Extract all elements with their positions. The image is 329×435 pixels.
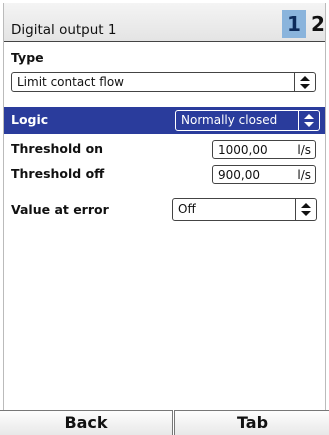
tab-button[interactable]: Tab xyxy=(174,410,329,435)
title-bar: Digital output 1 xyxy=(3,3,326,41)
title-divider xyxy=(3,41,326,42)
value-at-error-label: Value at error xyxy=(11,202,109,217)
softkey-bar: Back Tab xyxy=(0,410,329,435)
tab-1[interactable]: 1 xyxy=(282,10,306,38)
threshold-on-field[interactable]: 1000,00 l/s xyxy=(212,140,316,159)
type-select[interactable]: Limit contact flow xyxy=(11,72,316,92)
threshold-on-unit: l/s xyxy=(297,143,311,157)
logic-select[interactable]: Normally closed xyxy=(175,110,320,131)
type-label: Type xyxy=(11,50,44,65)
threshold-on-value: 1000,00 xyxy=(218,143,268,157)
threshold-on-label: Threshold on xyxy=(11,141,104,156)
logic-value: Normally closed xyxy=(181,113,278,127)
back-button[interactable]: Back xyxy=(0,410,173,435)
up-down-arrows-icon xyxy=(295,199,316,220)
threshold-off-field[interactable]: 900,00 l/s xyxy=(212,165,316,184)
logic-row[interactable]: Logic Normally closed xyxy=(3,107,326,134)
threshold-off-value: 900,00 xyxy=(218,168,260,182)
screen: Digital output 1 1 2 Type Limit contact … xyxy=(0,0,329,435)
value-at-error-select[interactable]: Off xyxy=(172,198,317,221)
tab-2[interactable]: 2 xyxy=(309,10,327,38)
threshold-off-label: Threshold off xyxy=(11,166,105,181)
type-value: Limit contact flow xyxy=(17,75,124,89)
up-down-arrows-icon xyxy=(298,111,319,130)
threshold-off-unit: l/s xyxy=(297,168,311,182)
page-title: Digital output 1 xyxy=(11,22,117,38)
up-down-arrows-icon xyxy=(294,73,315,91)
logic-label: Logic xyxy=(11,112,49,127)
value-at-error-value: Off xyxy=(178,202,196,216)
